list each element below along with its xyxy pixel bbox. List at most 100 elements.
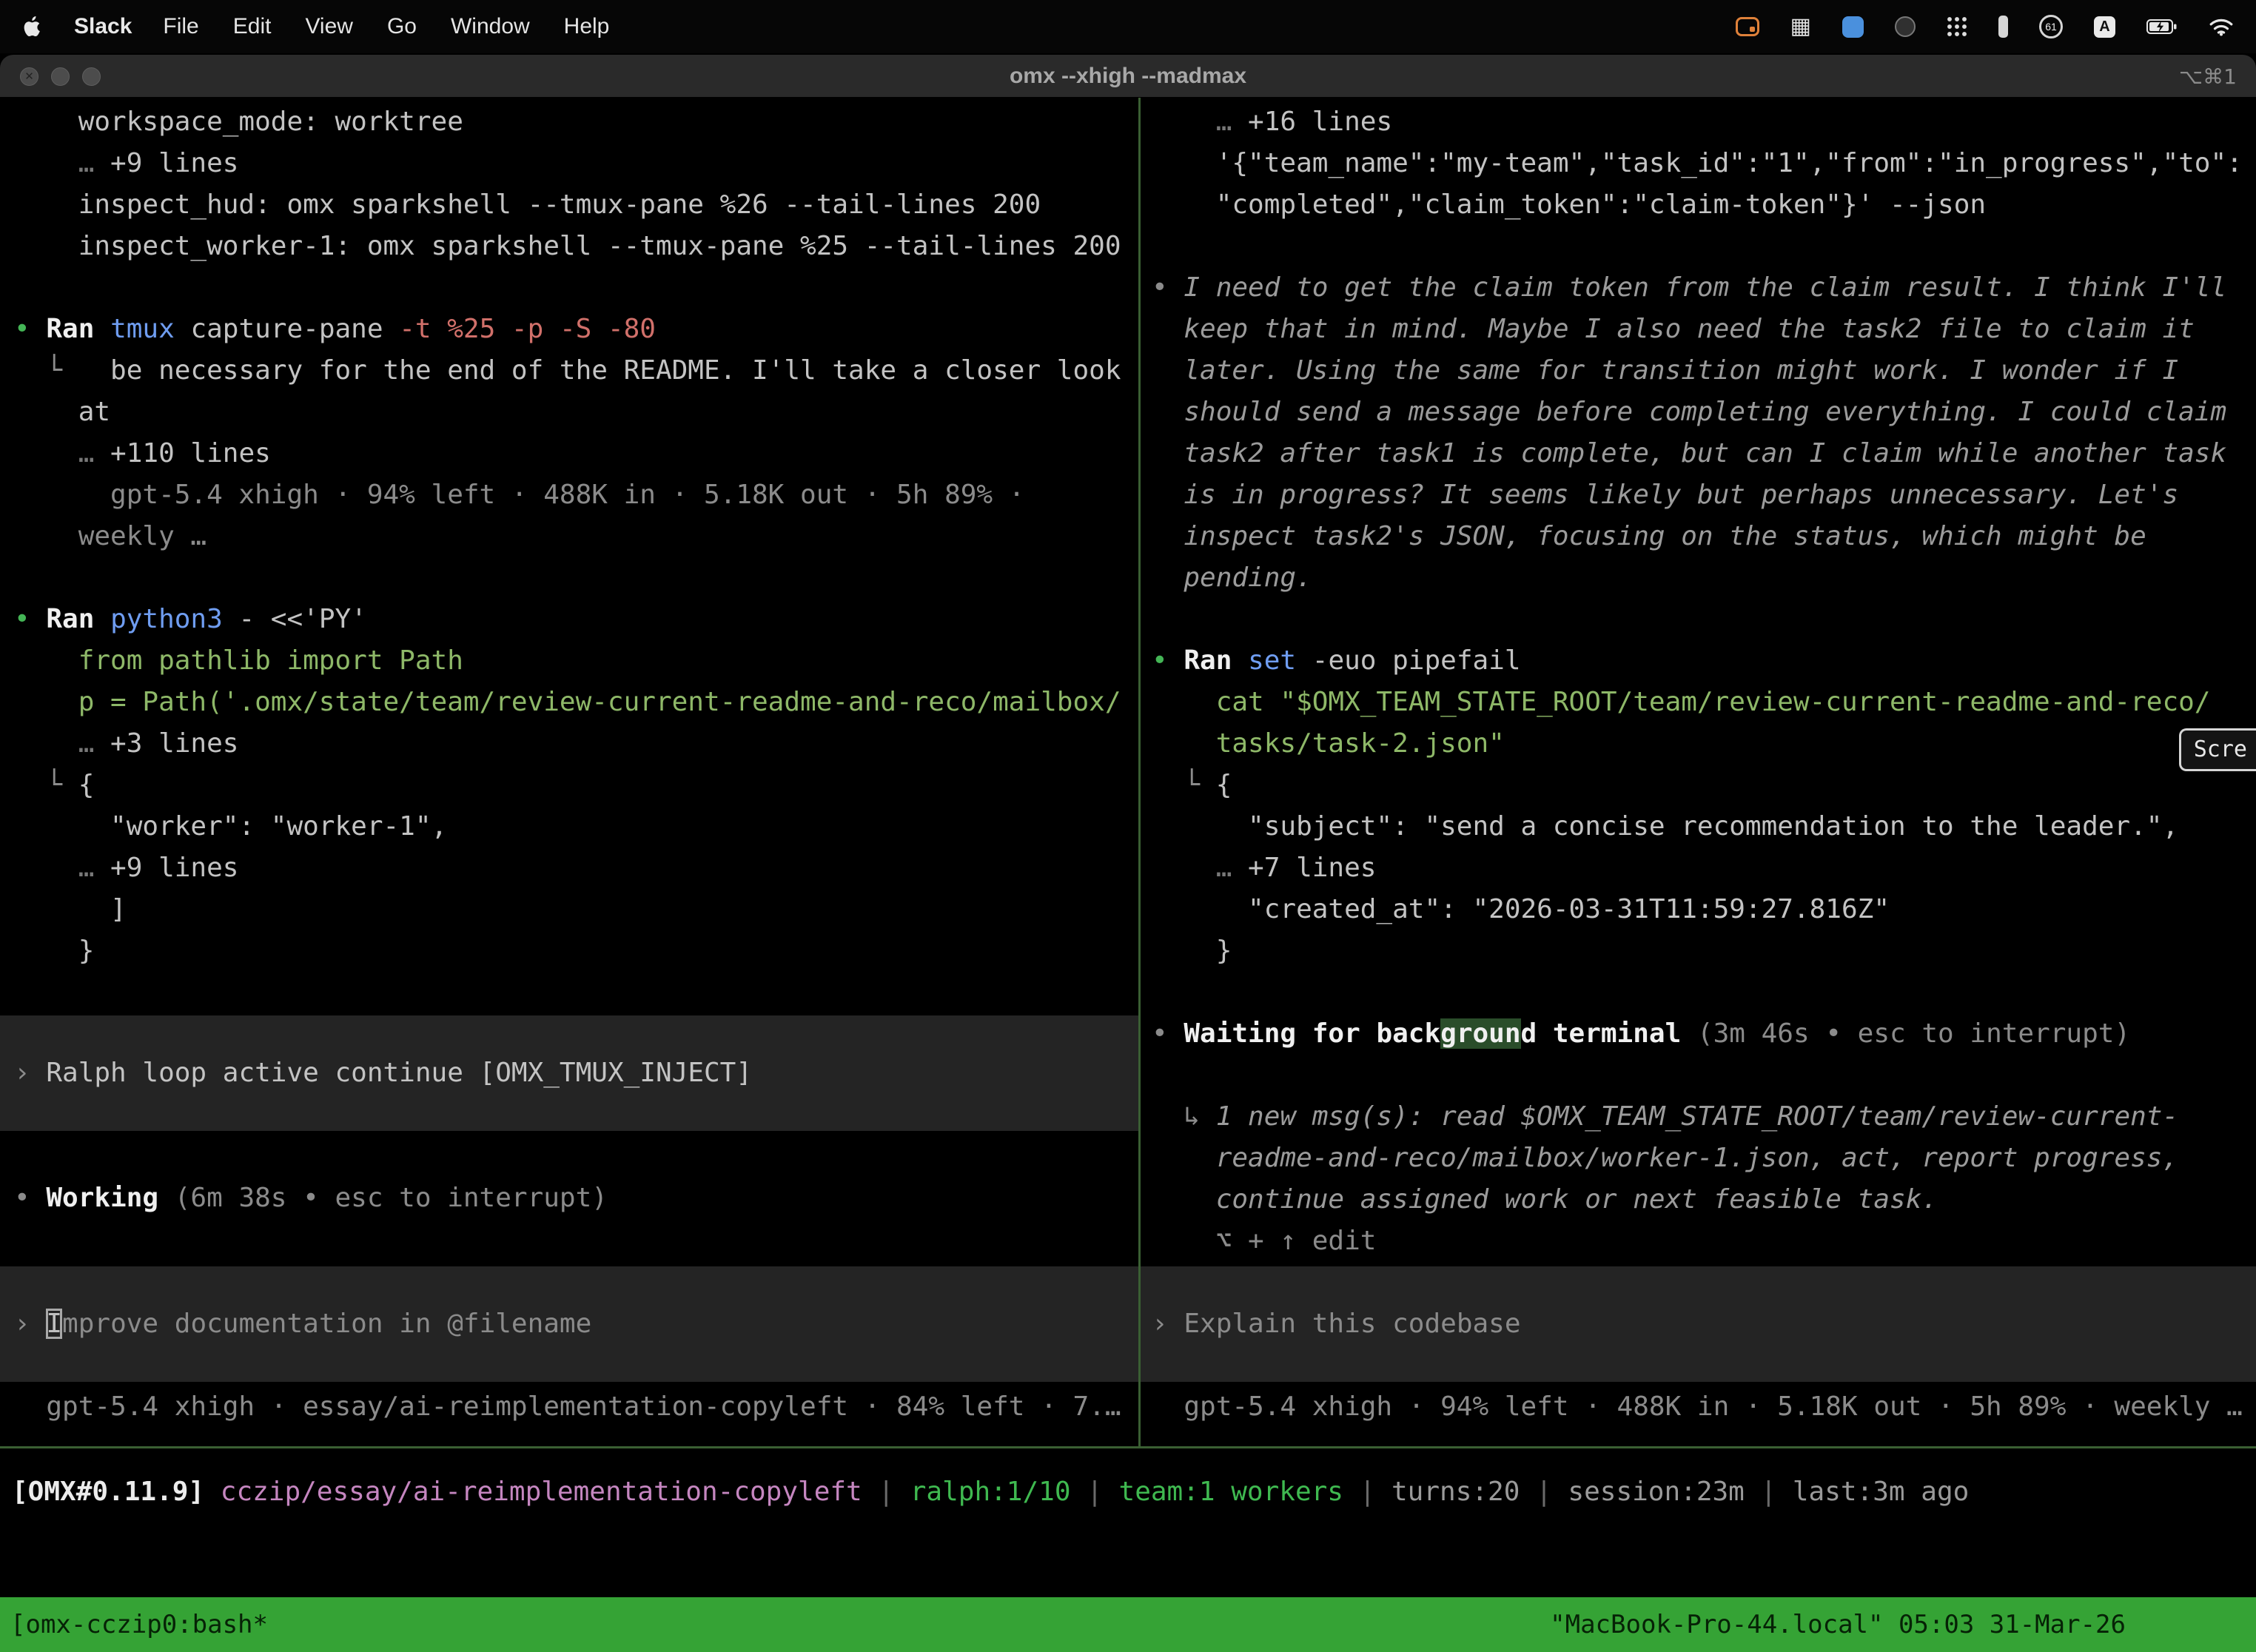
omx-status-segment: cczip/essay/ai-reimplementation-copyleft — [221, 1477, 862, 1507]
terminal-line: • Ran tmux capture-pane -t %25 -p -S -80 — [14, 309, 1138, 350]
terminal-line: } — [1152, 930, 2256, 972]
terminal-line: inspect task2's JSON, focusing on the st… — [1152, 516, 2256, 557]
window-title: omx --xhigh --madmax — [0, 55, 2256, 98]
terminal-line: weekly … — [14, 516, 1138, 557]
screen-recording-icon[interactable] — [1736, 17, 1759, 36]
menu-help[interactable]: Help — [564, 14, 610, 39]
terminal-line — [1152, 226, 2256, 267]
menu-bar: Slack File Edit View Go Window Help ▦ 61 A — [0, 0, 2256, 53]
tmux-host-clock: "MacBook-Pro-44.local" 05:03 31-Mar-26 — [1550, 1610, 2126, 1639]
blue-app-icon[interactable] — [1842, 16, 1864, 38]
terminal-line: readme-and-reco/mailbox/worker-1.json, a… — [1152, 1138, 2256, 1179]
omx-status-segment: [OMX#0.11.9] — [12, 1477, 221, 1507]
omx-status-segment: team:1 workers — [1119, 1477, 1343, 1507]
terminal-line: "completed","claim_token":"claim-token"}… — [1152, 184, 2256, 226]
terminal-window: ✕ omx --xhigh --madmax ⌥⌘1 workspace_mod… — [0, 55, 2256, 1652]
terminal-line: is in progress? It seems likely but perh… — [1152, 474, 2256, 516]
terminal-line: └ be necessary for the end of the README… — [14, 350, 1138, 392]
pane-divider-vertical[interactable] — [1138, 98, 1141, 1446]
terminal-line: … +110 lines — [14, 433, 1138, 474]
pane-divider-horizontal — [0, 1446, 2256, 1448]
tmux-session-label[interactable]: [omx-cczip0:bash* — [0, 1610, 268, 1639]
pane-right[interactable]: … +16 lines '{"team_name":"my-team","tas… — [1141, 98, 2256, 1446]
terminal-line: pending. — [1152, 557, 2256, 599]
grid-icon[interactable]: ▦ — [1790, 16, 1811, 38]
terminal-line: from pathlib import Path — [14, 640, 1138, 682]
tool-icon[interactable] — [1998, 16, 2008, 38]
menu-window[interactable]: Window — [451, 14, 530, 39]
omx-status-segment: | — [1520, 1477, 1568, 1507]
zoom-button[interactable] — [82, 67, 101, 86]
pane-left[interactable]: workspace_mode: worktree … +9 lines insp… — [0, 98, 1138, 1446]
omx-status-segment: session:23m — [1568, 1477, 1744, 1507]
terminal-line: '{"team_name":"my-team","task_id":"1","f… — [1152, 143, 2256, 184]
terminal-line: "created_at": "2026-03-31T11:59:27.816Z" — [1152, 889, 2256, 930]
terminal-line: … +16 lines — [1152, 101, 2256, 143]
battery-charging-icon[interactable] — [2146, 19, 2178, 35]
terminal-line: p = Path('.omx/state/team/review-current… — [14, 682, 1138, 723]
traffic-lights: ✕ — [20, 55, 101, 98]
wifi-icon[interactable] — [2209, 17, 2234, 36]
terminal-line — [1152, 972, 2256, 1013]
tmux-status-bar: [omx-cczip0:bash* "MacBook-Pro-44.local"… — [0, 1597, 2256, 1652]
terminal-line: should send a message before completing … — [1152, 392, 2256, 433]
terminal-line: keep that in mind. Maybe I also need the… — [1152, 309, 2256, 350]
omx-status-segment: turns:20 — [1391, 1477, 1520, 1507]
prompt-input-bar[interactable]: › Ralph loop active continue [OMX_TMUX_I… — [0, 1015, 1138, 1131]
terminal-line: tasks/task-2.json" — [1152, 723, 2256, 765]
menu-go[interactable]: Go — [387, 14, 417, 39]
terminal-line: continue assigned work or next feasible … — [1152, 1179, 2256, 1220]
terminal-line: … +3 lines — [14, 723, 1138, 765]
window-shortcut-hint: ⌥⌘1 — [2179, 55, 2237, 98]
terminal-line: later. Using the same for transition mig… — [1152, 350, 2256, 392]
terminal-line: ⌥ + ↑ edit — [1152, 1220, 2256, 1262]
apple-menu-icon[interactable] — [22, 15, 43, 38]
terminal-line: gpt-5.4 xhigh · 94% left · 488K in · 5.1… — [1152, 1386, 2256, 1428]
terminal-line: gpt-5.4 xhigh · essay/ai-reimplementatio… — [14, 1386, 1138, 1428]
terminal-line: inspect_worker-1: omx sparkshell --tmux-… — [14, 226, 1138, 267]
app-menu-slack[interactable]: Slack — [74, 14, 132, 39]
terminal-line: • Waiting for background terminal (3m 46… — [1152, 1013, 2256, 1055]
terminal-line: cat "$OMX_TEAM_STATE_ROOT/team/review-cu… — [1152, 682, 2256, 723]
terminal-line: • I need to get the claim token from the… — [1152, 267, 2256, 309]
terminal-line: "worker": "worker-1", — [14, 806, 1138, 847]
terminal-line: … +7 lines — [1152, 847, 2256, 889]
terminal-line: • Working (6m 38s • esc to interrupt) — [14, 1178, 1138, 1219]
terminal-line: ] — [14, 889, 1138, 930]
menu-view[interactable]: View — [305, 14, 352, 39]
omx-status-segment: ralph:1/10 — [910, 1477, 1071, 1507]
terminal-line — [14, 557, 1138, 599]
terminal-line: gpt-5.4 xhigh · 94% left · 488K in · 5.1… — [14, 474, 1138, 516]
terminal-line: } — [14, 930, 1138, 972]
minimize-button[interactable] — [51, 67, 70, 86]
terminal-line: … +9 lines — [14, 847, 1138, 889]
terminal-line: └ { — [14, 765, 1138, 806]
terminal-line: inspect_hud: omx sparkshell --tmux-pane … — [14, 184, 1138, 226]
prompt-input-bar[interactable]: › Explain this codebase — [1141, 1266, 2256, 1382]
dark-circle-app-icon[interactable] — [1895, 16, 1916, 37]
terminal-line: at — [14, 392, 1138, 433]
terminal-line: "subject": "send a concise recommendatio… — [1152, 806, 2256, 847]
omx-status-segment: | — [862, 1477, 910, 1507]
prompt-input-bar[interactable]: › Improve documentation in @filename — [0, 1266, 1138, 1382]
terminal-line — [14, 267, 1138, 309]
terminal-line: • Ran set -euo pipefail — [1152, 640, 2256, 682]
close-button[interactable]: ✕ — [20, 67, 38, 86]
terminal-line: workspace_mode: worktree — [14, 101, 1138, 143]
omx-status-segment: | — [1745, 1477, 1793, 1507]
omx-status-segment: | — [1071, 1477, 1119, 1507]
menu-file[interactable]: File — [163, 14, 198, 39]
dots-grid-icon[interactable] — [1947, 16, 1967, 37]
menu-edit[interactable]: Edit — [233, 14, 272, 39]
menu-items: File Edit View Go Window Help — [163, 14, 609, 39]
terminal-line: task2 after task1 is complete, but can I… — [1152, 433, 2256, 474]
terminal-line: • Ran python3 - <<'PY' — [14, 599, 1138, 640]
input-source-icon[interactable]: A — [2094, 16, 2115, 38]
terminal-content: workspace_mode: worktree … +9 lines insp… — [0, 98, 2256, 1652]
terminal-line: … +9 lines — [14, 143, 1138, 184]
omx-status-line: [OMX#0.11.9] cczip/essay/ai-reimplementa… — [12, 1471, 1969, 1513]
percent-badge-icon[interactable]: 61 — [2039, 15, 2063, 38]
menu-status-icons: ▦ 61 A — [1736, 15, 2234, 38]
omx-status-segment: last:3m ago — [1793, 1477, 1969, 1507]
omx-status-segment: | — [1343, 1477, 1391, 1507]
